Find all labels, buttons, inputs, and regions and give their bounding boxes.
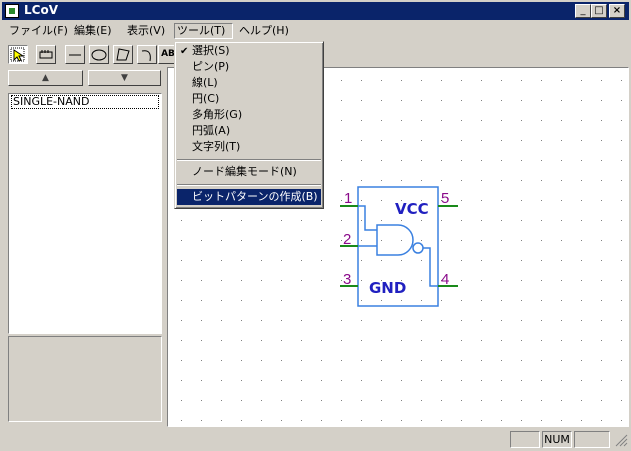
pin-number: 5 [441,190,449,207]
select-arrow-icon [10,47,25,62]
output-wire [423,247,438,287]
polygon-icon [116,48,130,61]
line-tool-button[interactable] [65,45,85,64]
status-bar: NUM [0,428,631,451]
text-icon: AB [161,49,175,59]
preview-pane [8,336,162,422]
ellipse-icon [91,49,107,61]
resize-grip-icon[interactable] [614,433,628,447]
pin-icon [39,50,53,59]
pin-number: 1 [344,190,352,207]
window-title: LCoV [24,3,58,17]
vcc-label: VCC [395,200,429,218]
menu-bar: ファイル(F) 編集(E) 表示(V) ツール(T) ヘルプ(H) [0,21,631,41]
gnd-label: GND [369,279,406,297]
menu-item-create-bitpattern[interactable]: ビットパターンの作成(B) [177,189,321,205]
nand-gate-shape [376,224,414,256]
pin-number: 4 [441,271,449,288]
status-pane-caps [510,431,540,448]
menu-tools[interactable]: ツール(T) [174,23,233,39]
menu-edit[interactable]: 編集(E) [72,23,114,39]
status-pane-scroll [574,431,610,448]
pin-number: 2 [343,231,351,248]
symbol-list[interactable]: SINGLE-NAND [8,93,162,334]
title-bar[interactable]: LCoV _ □ × [2,2,629,20]
pin-number: 3 [343,271,351,288]
input-a-wire [358,205,377,231]
menu-item-node-edit[interactable]: ノード編集モード(N) [177,164,321,180]
scroll-down-button[interactable]: ▼ [88,70,161,86]
menu-file[interactable]: ファイル(F) [7,23,70,39]
menu-item-polygon[interactable]: 多角形(G) [177,107,321,123]
tools-menu-dropdown: ✔ 選択(S) ピン(P) 線(L) 円(C) 多角形(G) 円弧(A) 文字列… [174,41,324,209]
menu-item-select[interactable]: 選択(S) [177,43,321,59]
polygon-tool-button[interactable] [113,45,133,64]
list-item[interactable]: SINGLE-NAND [11,95,159,109]
status-pane-num: NUM [542,431,572,448]
maximize-button[interactable]: □ [591,4,607,18]
app-icon [5,4,19,18]
menu-item-circle[interactable]: 円(C) [177,91,321,107]
pin-tool-button[interactable] [36,45,56,64]
arc-tool-button[interactable] [137,45,157,64]
menu-item-pin[interactable]: ピン(P) [177,59,321,75]
scroll-up-button[interactable]: ▲ [8,70,83,86]
menu-item-text[interactable]: 文字列(T) [177,139,321,155]
ellipse-tool-button[interactable] [89,45,109,64]
menu-item-line[interactable]: 線(L) [177,75,321,91]
menu-view[interactable]: 表示(V) [125,23,167,39]
nand-bubble [412,242,424,254]
menu-separator [177,184,321,186]
close-button[interactable]: × [609,4,625,18]
arc-icon [141,50,151,62]
menu-item-arc[interactable]: 円弧(A) [177,123,321,139]
minimize-button[interactable]: _ [575,4,591,18]
menu-separator [177,159,321,161]
menu-help[interactable]: ヘルプ(H) [237,23,291,39]
line-icon [69,54,81,56]
select-tool-button[interactable] [8,45,28,64]
